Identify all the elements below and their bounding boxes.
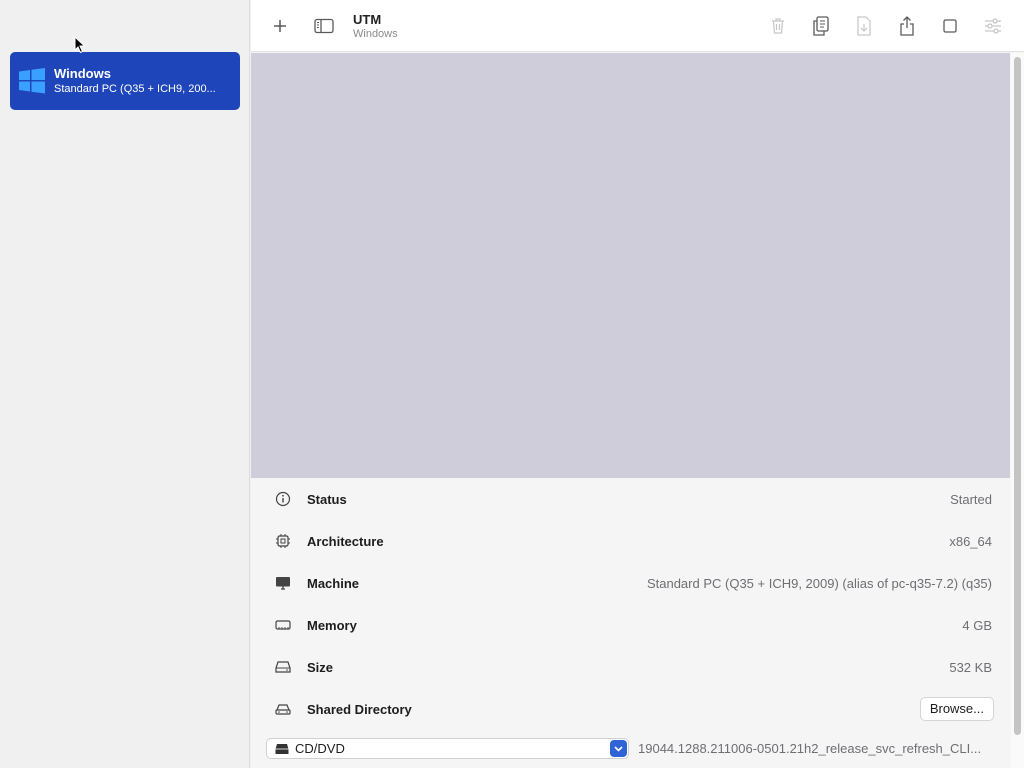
status-label: Status bbox=[307, 491, 347, 507]
clone-button[interactable] bbox=[808, 13, 834, 39]
detail-row-status: Status Started bbox=[251, 478, 1010, 520]
detail-row-machine: Machine Standard PC (Q35 + ICH9, 2009) (… bbox=[251, 562, 1010, 604]
toolbar-title-group: UTM Windows bbox=[353, 12, 398, 41]
vm-title: Windows bbox=[353, 28, 398, 40]
size-label: Size bbox=[307, 659, 334, 675]
machine-value: Standard PC (Q35 + ICH9, 2009) (alias of… bbox=[646, 575, 992, 591]
memory-icon bbox=[275, 620, 291, 630]
scrollbar-thumb[interactable] bbox=[1014, 57, 1021, 735]
architecture-value: x86_64 bbox=[949, 533, 992, 549]
display-icon bbox=[276, 577, 290, 590]
sidebar: Windows Standard PC (Q35 + ICH9, 200... bbox=[0, 0, 250, 768]
cpu-icon bbox=[276, 534, 290, 548]
vm-preview-screen[interactable] bbox=[251, 53, 1010, 478]
add-button[interactable] bbox=[267, 13, 293, 39]
mouse-cursor-icon bbox=[74, 36, 86, 54]
info-icon bbox=[275, 491, 291, 507]
size-value: 532 KB bbox=[949, 659, 992, 675]
disk-icon bbox=[275, 661, 291, 673]
settings-button[interactable] bbox=[980, 13, 1006, 39]
machine-label: Machine bbox=[307, 575, 360, 591]
move-icon bbox=[857, 16, 871, 36]
add-icon bbox=[274, 20, 286, 32]
app-title: UTM bbox=[353, 12, 382, 27]
sidebar-toggle-icon bbox=[314, 18, 334, 34]
move-button[interactable] bbox=[851, 13, 877, 39]
chevron-down-icon[interactable] bbox=[610, 740, 627, 757]
detail-row-memory: Memory 4 GB bbox=[251, 604, 1010, 646]
detail-row-architecture: Architecture x86_64 bbox=[251, 520, 1010, 562]
toggle-sidebar-button[interactable] bbox=[311, 13, 337, 39]
utm-window: Windows Standard PC (Q35 + ICH9, 200... … bbox=[0, 0, 1024, 768]
architecture-label: Architecture bbox=[307, 533, 384, 549]
memory-label: Memory bbox=[307, 617, 357, 633]
cd-dvd-select[interactable]: CD/DVD bbox=[266, 738, 629, 759]
scrollbar[interactable] bbox=[1011, 53, 1024, 768]
windows-logo-icon bbox=[19, 68, 45, 94]
cd-dvd-row: CD/DVD 19044.1288.211006-0501.21h2_relea… bbox=[251, 736, 1010, 760]
main-panel: UTM Windows Status Started Architecture … bbox=[251, 0, 1024, 768]
trash-icon bbox=[772, 18, 784, 34]
settings-icon bbox=[985, 18, 1001, 34]
status-value: Started bbox=[950, 491, 992, 507]
share-icon bbox=[900, 16, 914, 36]
cd-image-path: 19044.1288.211006-0501.21h2_release_svc_… bbox=[638, 741, 982, 756]
clone-icon bbox=[813, 16, 829, 36]
toolbar: UTM Windows bbox=[251, 0, 1024, 52]
share-button[interactable] bbox=[894, 13, 920, 39]
stop-icon bbox=[943, 19, 957, 33]
shared-directory-label: Shared Directory bbox=[307, 701, 412, 717]
vm-subtitle: Standard PC (Q35 + ICH9, 200... bbox=[54, 83, 216, 95]
browse-button[interactable]: Browse... bbox=[919, 697, 994, 721]
stop-button[interactable] bbox=[937, 13, 963, 39]
car-drive-icon bbox=[275, 704, 291, 715]
vm-name: Windows bbox=[54, 66, 111, 81]
delete-button[interactable] bbox=[765, 13, 791, 39]
cd-dvd-selected-value: CD/DVD bbox=[295, 741, 345, 756]
sidebar-item-windows[interactable]: Windows Standard PC (Q35 + ICH9, 200... bbox=[10, 52, 240, 110]
detail-row-shared-directory: Shared Directory Browse... bbox=[251, 688, 1010, 730]
drive-icon bbox=[275, 743, 289, 754]
detail-row-size: Size 532 KB bbox=[251, 646, 1010, 688]
memory-value: 4 GB bbox=[962, 617, 992, 633]
vm-details: Status Started Architecture x86_64 Machi… bbox=[251, 478, 1010, 730]
